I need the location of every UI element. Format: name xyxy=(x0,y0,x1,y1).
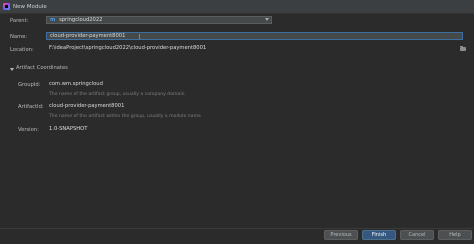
version-label: Version: xyxy=(18,127,39,133)
finish-button[interactable]: Finish xyxy=(362,230,396,240)
footer-divider xyxy=(0,228,474,229)
intellij-logo-icon xyxy=(3,3,10,10)
parent-label: Parent: xyxy=(10,18,29,24)
cancel-button[interactable]: Cancel xyxy=(400,230,434,240)
name-value: cloud-provider-payment8001 xyxy=(50,33,126,39)
version-input[interactable]: 1.0-SNAPSHOT xyxy=(46,126,236,134)
version-value: 1.0-SNAPSHOT xyxy=(49,125,88,132)
location-label: Location: xyxy=(10,46,34,53)
name-input[interactable]: cloud-provider-payment8001 xyxy=(46,32,463,40)
artifactid-label: ArtifactId: xyxy=(18,104,44,110)
groupid-hint: The name of the artifact group, usually … xyxy=(49,92,185,97)
text-cursor xyxy=(139,34,140,39)
parent-select[interactable]: m springcloud2022 xyxy=(46,16,272,24)
collapse-arrow-icon[interactable] xyxy=(10,68,14,71)
window-title: New Module xyxy=(13,3,47,10)
artifact-section-title[interactable]: Artifact Coordinates xyxy=(16,65,68,71)
browse-folder-icon[interactable] xyxy=(460,46,466,51)
help-button[interactable]: Help xyxy=(438,230,472,240)
maven-module-icon: m xyxy=(50,17,56,23)
artifactid-input[interactable]: cloud-provider-payment8001 xyxy=(46,103,236,111)
location-value: F:\ideaProject\springcloud2022\cloud-pro… xyxy=(49,45,207,51)
artifactid-value: cloud-provider-payment8001 xyxy=(49,102,125,109)
chevron-down-icon[interactable] xyxy=(265,18,269,21)
name-label: Name: xyxy=(10,33,28,40)
groupid-value: com.wm.springcloud xyxy=(49,80,103,87)
groupid-input[interactable]: com.wm.springcloud xyxy=(46,81,236,89)
groupid-label: GroupId: xyxy=(18,82,41,88)
title-bar: New Module xyxy=(0,0,474,14)
location-input[interactable]: F:\ideaProject\springcloud2022\cloud-pro… xyxy=(46,45,457,53)
previous-button[interactable]: Previous xyxy=(324,230,358,240)
artifactid-hint: The name of the artifact within the grou… xyxy=(49,114,201,119)
parent-value: springcloud2022 xyxy=(59,17,103,23)
